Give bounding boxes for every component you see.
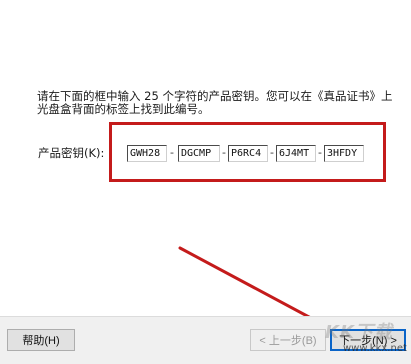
product-key-dialog: 请在下面的框中输入 25 个字符的产品密钥。您可以在《真品证书》上 光盘盒背面的… xyxy=(0,0,411,364)
watermark-logo: KK下载 xyxy=(325,322,393,343)
back-button[interactable]: < 上一步(B) xyxy=(250,329,326,351)
help-button[interactable]: 帮助(H) xyxy=(7,329,75,351)
highlight-annotation-box xyxy=(109,122,386,182)
instructions-text: 请在下面的框中输入 25 个字符的产品密钥。您可以在《真品证书》上 光盘盒背面的… xyxy=(37,89,393,116)
product-key-label: 产品密钥(K): xyxy=(38,146,105,160)
watermark-url: www.kkx.net xyxy=(343,343,407,354)
